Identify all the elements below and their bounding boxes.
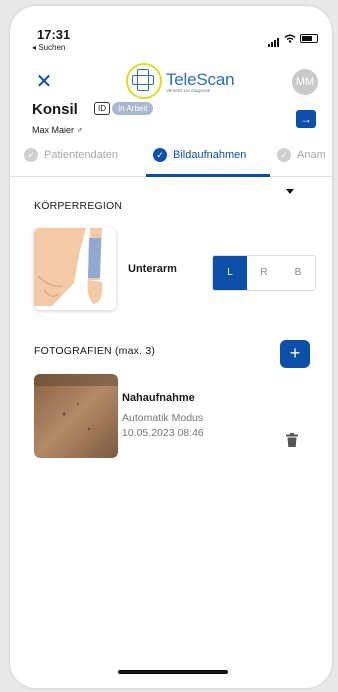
photo-mode: Automatik Modus [122, 412, 204, 424]
close-button[interactable]: ✕ [34, 72, 54, 92]
next-step-button[interactable]: → [296, 110, 316, 128]
body-region-illustration [34, 228, 103, 306]
app-screen: 17:31 ◂ Suchen ✕ TeleScan Vernetzt zur D… [10, 6, 332, 688]
section-label-photos: FOTOGRAFIEN (max. 3) [34, 345, 156, 357]
status-bar: 17:31 ◂ Suchen [10, 6, 332, 54]
home-indicator[interactable] [118, 670, 228, 674]
section-label-region: KÖRPERREGION [34, 200, 123, 212]
telescan-logo: TeleScan Vernetzt zur Diagnose [126, 63, 235, 99]
battery-icon [300, 33, 318, 43]
logo-cross-icon [126, 63, 162, 99]
check-circle-icon: ✓ [153, 148, 167, 162]
tab-label: Patientendaten [44, 149, 119, 161]
user-avatar[interactable]: MM [292, 69, 318, 95]
arrow-right-icon: → [300, 112, 312, 126]
wifi-icon [284, 34, 296, 43]
photo-date: 10.05.2023 08:46 [122, 427, 204, 439]
signal-icon [268, 29, 280, 47]
tab-label: Anam [297, 149, 326, 161]
photo-thumbnail[interactable] [34, 374, 118, 458]
check-circle-icon: ✓ [24, 148, 38, 162]
status-icons [268, 29, 318, 47]
logo-title: TeleScan [166, 69, 235, 89]
back-to-app-link[interactable]: ◂ Suchen [32, 43, 65, 52]
photo-title: Nahaufnahme [122, 392, 195, 404]
patient-name: Max Maier ♂ [32, 125, 84, 135]
delete-photo-button[interactable] [286, 433, 298, 447]
side-both-option[interactable]: B [281, 256, 315, 290]
body-region-image[interactable] [34, 228, 116, 310]
side-left-option[interactable]: L [213, 256, 247, 290]
close-icon: ✕ [35, 71, 53, 93]
tab-bildaufnahmen[interactable]: ✓ Bildaufnahmen [153, 148, 246, 162]
side-right-option[interactable]: R [247, 256, 281, 290]
page-title: Konsil [32, 101, 78, 118]
add-photo-button[interactable]: + [280, 340, 310, 368]
skin-photo [34, 374, 118, 458]
tab-anamnese[interactable]: ✓ Anam [277, 148, 326, 162]
side-selector: L R B [212, 255, 316, 291]
chevron-down-icon[interactable] [286, 189, 294, 194]
status-badge: In Arbeit [112, 102, 154, 115]
id-badge[interactable]: ID [94, 102, 110, 115]
tab-patientendaten[interactable]: ✓ Patientendaten [24, 148, 118, 162]
active-tab-indicator [146, 174, 270, 177]
status-time: 17:31 [37, 27, 71, 42]
plus-icon: + [289, 343, 301, 363]
step-tabs: ✓ Patientendaten ✓ Bildaufnahmen ✓ Anam [10, 146, 332, 177]
check-circle-icon: ✓ [277, 148, 291, 162]
tab-label: Bildaufnahmen [173, 149, 247, 161]
region-name: Unterarm [128, 263, 177, 275]
trash-icon [286, 433, 298, 447]
